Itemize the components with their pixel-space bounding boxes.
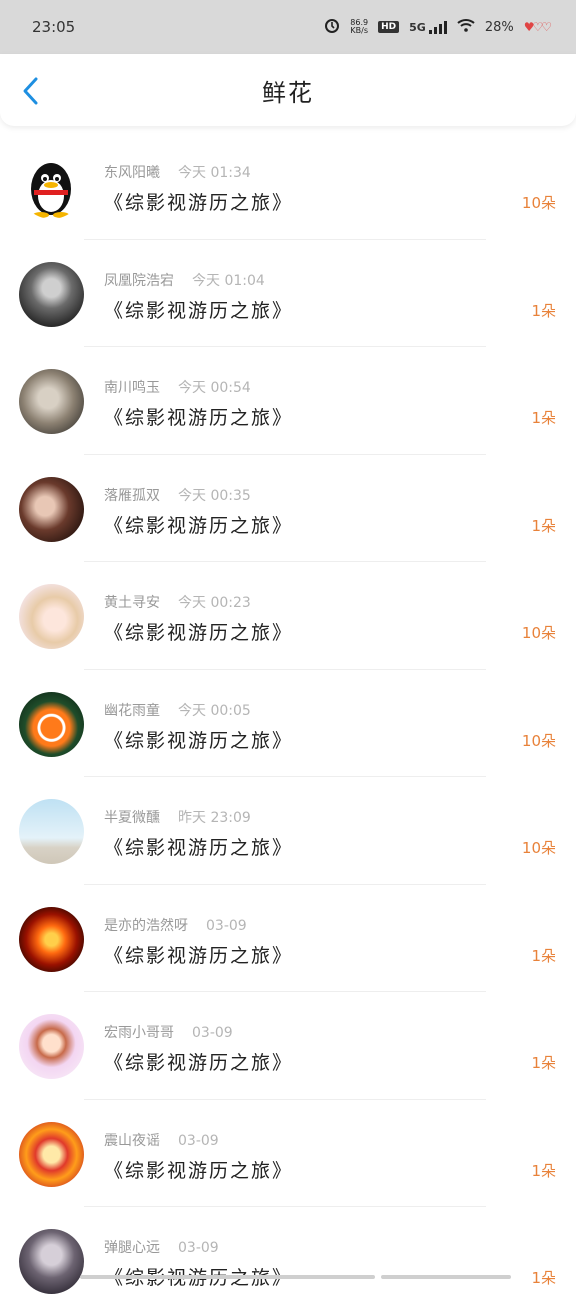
flower-count: 1朵 bbox=[531, 301, 556, 320]
signal-icon: 5G bbox=[409, 20, 447, 34]
user-name[interactable]: 幽花雨童 bbox=[104, 703, 160, 719]
flower-count: 10朵 bbox=[521, 839, 556, 857]
list-item[interactable]: 宏雨小哥哥 03-09 《综影视游历之旅》 1朵 bbox=[0, 992, 576, 1100]
item-time: 昨天 23:09 bbox=[178, 810, 251, 826]
book-title[interactable]: 《综影视游历之旅》 bbox=[104, 1156, 293, 1183]
book-title[interactable]: 《综影视游历之旅》 bbox=[104, 833, 293, 860]
book-title[interactable]: 《综影视游历之旅》 bbox=[104, 188, 293, 215]
status-bar: 23:05 86.9 KB/s HD 5G 28% ♥♡♡ bbox=[0, 0, 576, 54]
user-name[interactable]: 凤凰院浩宕 bbox=[104, 273, 174, 289]
item-time: 今天 01:34 bbox=[178, 165, 251, 181]
flower-count: 1朵 bbox=[531, 409, 556, 427]
avatar[interactable] bbox=[19, 691, 84, 757]
item-time: 今天 01:04 bbox=[192, 272, 265, 289]
list-item[interactable]: 是亦的浩然呀 03-09 《综影视游历之旅》 1朵 bbox=[0, 885, 576, 992]
item-time: 03-09 bbox=[206, 917, 247, 934]
item-meta: 宏雨小哥哥 03-09 bbox=[104, 1022, 233, 1042]
flower-count: 10朵 bbox=[521, 731, 556, 750]
book-title[interactable]: 《综影视游历之旅》 bbox=[104, 941, 293, 968]
avatar[interactable] bbox=[19, 369, 84, 434]
item-meta: 半夏微醺 昨天 23:09 bbox=[104, 807, 251, 827]
book-title[interactable]: 《综影视游历之旅》 bbox=[104, 511, 293, 538]
avatar[interactable] bbox=[19, 799, 84, 864]
list-item[interactable]: 南川鸣玉 今天 00:54 《综影视游历之旅》 1朵 bbox=[0, 347, 576, 455]
book-title[interactable]: 《综影视游历之旅》 bbox=[104, 618, 293, 645]
list-item[interactable]: 弹腿心远03-09 《综影视游历之旅》 1朵 bbox=[0, 1207, 576, 1315]
avatar[interactable] bbox=[19, 476, 84, 542]
book-title[interactable]: 《综影视游历之旅》 bbox=[104, 403, 293, 430]
scroll-indicator bbox=[0, 1274, 576, 1280]
status-icons: 86.9 KB/s HD 5G 28% ♥♡♡ bbox=[324, 17, 552, 37]
item-meta: 黄土寻安 今天 00:23 bbox=[104, 592, 251, 612]
item-meta: 落雁孤双 今天 00:35 bbox=[104, 485, 251, 505]
item-time: 今天 00:05 bbox=[178, 702, 251, 719]
avatar[interactable] bbox=[19, 261, 84, 327]
list-item[interactable]: 幽花雨童 今天 00:05 《综影视游历之旅》 10朵 bbox=[0, 670, 576, 777]
hd-icon: HD bbox=[378, 21, 400, 33]
item-meta: 震山夜谣 03-09 bbox=[104, 1130, 219, 1150]
user-name[interactable]: 宏雨小哥哥 bbox=[104, 1025, 174, 1041]
item-meta: 弹腿心远 03-09 bbox=[104, 1237, 219, 1257]
book-title[interactable]: 《综影视游历之旅》 bbox=[104, 296, 293, 323]
chevron-left-icon bbox=[23, 77, 38, 105]
avatar[interactable] bbox=[19, 1229, 84, 1294]
flower-count: 1朵 bbox=[531, 1054, 556, 1072]
net-speed-unit: KB/s bbox=[350, 26, 368, 35]
book-title[interactable]: 《综影视游历之旅》 bbox=[104, 726, 293, 753]
back-button[interactable] bbox=[16, 76, 46, 106]
user-name[interactable]: 震山夜谣 bbox=[104, 1133, 160, 1149]
book-title[interactable]: 《综影视游历之旅》 bbox=[104, 1048, 293, 1075]
user-name[interactable]: 南川鸣玉 bbox=[104, 380, 160, 396]
user-name[interactable]: 半夏微醺 bbox=[104, 810, 160, 826]
user-name[interactable]: 弹腿心远 bbox=[104, 1240, 160, 1256]
battery-percent: 28% bbox=[484, 19, 514, 35]
list-item[interactable]: 东风阳曦 今天 01:34 《综影视游历之旅》 10朵 bbox=[0, 132, 576, 240]
flower-count: 1朵 bbox=[531, 1161, 556, 1180]
user-name[interactable]: 东风阳曦 bbox=[104, 165, 160, 181]
item-meta: 凤凰院浩宕 今天 01:04 bbox=[104, 270, 265, 290]
alarm-icon bbox=[324, 17, 340, 37]
flower-count: 1朵 bbox=[531, 516, 556, 535]
app-header: 鲜花 bbox=[0, 54, 576, 126]
item-meta: 东风阳曦 今天 01:34 bbox=[104, 162, 251, 182]
list-item[interactable]: 凤凰院浩宕 今天 01:04 《综影视游历之旅》 1朵 bbox=[0, 240, 576, 347]
list-item[interactable]: 震山夜谣 03-09 《综影视游历之旅》 1朵 bbox=[0, 1100, 576, 1207]
flower-count: 1朵 bbox=[531, 946, 556, 965]
item-time: 03-09 bbox=[178, 1132, 219, 1149]
battery-icon: ♥♡♡ bbox=[523, 20, 552, 34]
net-speed: 86.9 KB/s bbox=[350, 19, 368, 35]
item-meta: 幽花雨童 今天 00:05 bbox=[104, 700, 251, 720]
user-name[interactable]: 是亦的浩然呀 bbox=[104, 918, 188, 934]
list-item[interactable]: 半夏微醺 昨天 23:09 《综影视游历之旅》 10朵 bbox=[0, 777, 576, 885]
network-type: 5G bbox=[409, 21, 426, 34]
item-time: 03-09 bbox=[178, 1240, 219, 1256]
avatar[interactable] bbox=[19, 906, 84, 972]
avatar[interactable] bbox=[19, 1014, 84, 1079]
item-time: 今天 00:54 bbox=[178, 380, 251, 396]
item-time: 今天 00:23 bbox=[178, 595, 251, 611]
avatar[interactable] bbox=[19, 584, 84, 649]
item-meta: 南川鸣玉 今天 00:54 bbox=[104, 377, 251, 397]
flower-count: 10朵 bbox=[521, 624, 556, 642]
user-name[interactable]: 落雁孤双 bbox=[104, 488, 160, 504]
item-meta: 是亦的浩然呀 03-09 bbox=[104, 915, 247, 935]
flower-count: 10朵 bbox=[521, 194, 556, 212]
avatar[interactable] bbox=[19, 1121, 84, 1187]
item-time: 03-09 bbox=[192, 1025, 233, 1041]
user-name[interactable]: 黄土寻安 bbox=[104, 595, 160, 611]
wifi-icon bbox=[457, 18, 475, 36]
item-time: 今天 00:35 bbox=[178, 487, 251, 504]
list-item[interactable]: 黄土寻安 今天 00:23 《综影视游历之旅》 10朵 bbox=[0, 562, 576, 670]
list-item[interactable]: 落雁孤双 今天 00:35 《综影视游历之旅》 1朵 bbox=[0, 455, 576, 562]
page-title: 鲜花 bbox=[262, 78, 314, 107]
flower-list: 东风阳曦 今天 01:34 《综影视游历之旅》 10朵 凤凰院浩宕 今天 01:04… bbox=[0, 132, 576, 1315]
status-time: 23:05 bbox=[32, 18, 76, 36]
avatar[interactable] bbox=[19, 154, 84, 219]
